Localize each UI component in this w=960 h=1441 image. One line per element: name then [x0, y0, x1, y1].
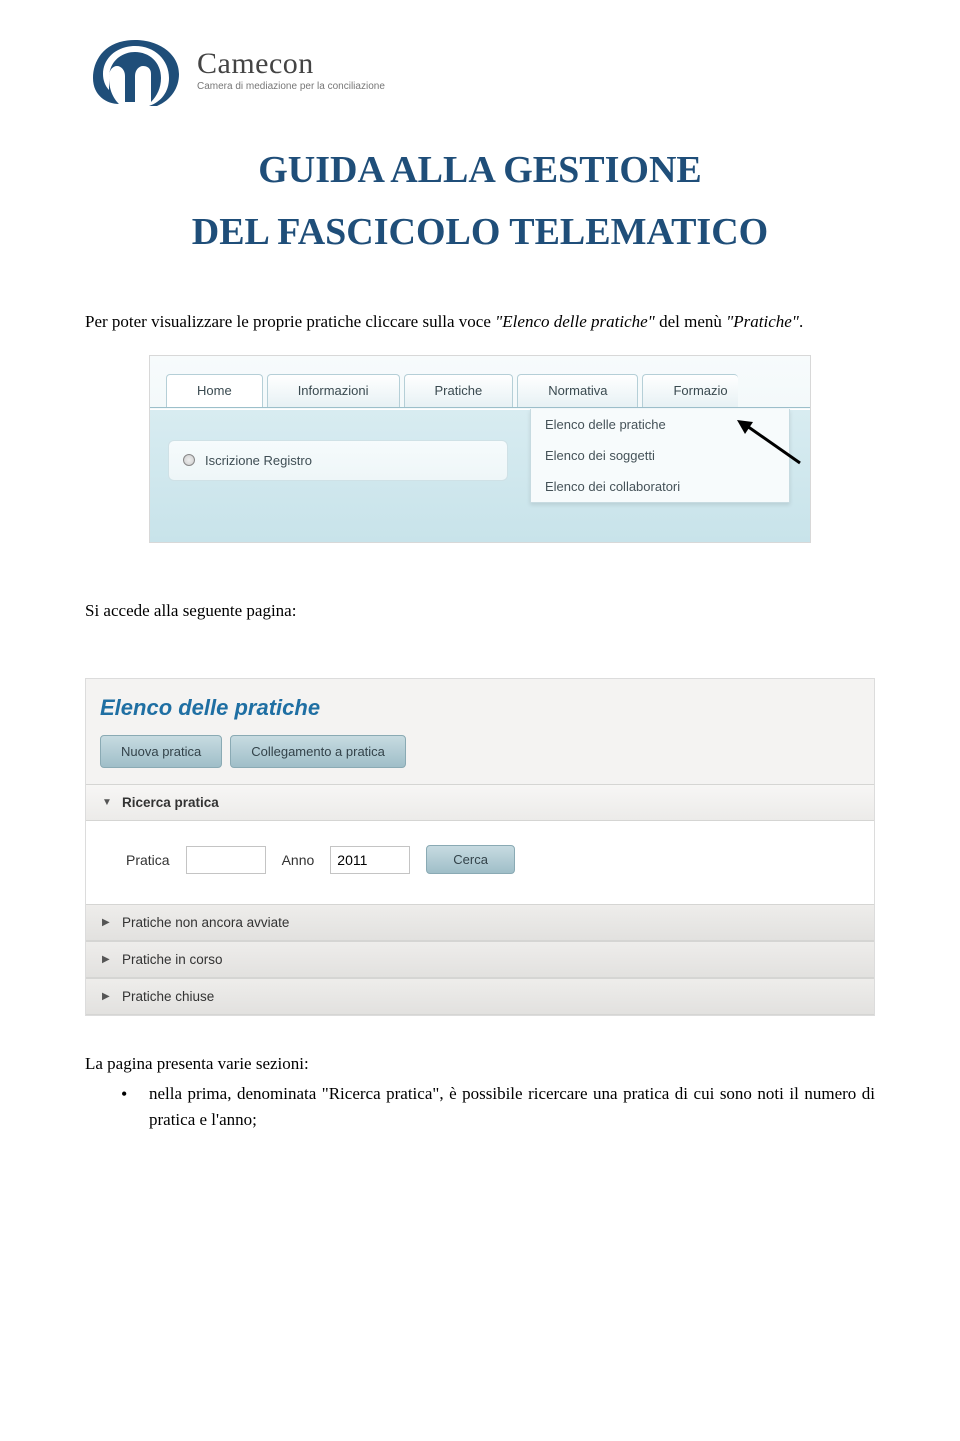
- label-pratica: Pratica: [126, 852, 170, 868]
- radio-icon: [183, 454, 195, 466]
- accordion-chiuse[interactable]: ▶ Pratiche chiuse: [86, 978, 874, 1015]
- input-pratica[interactable]: [186, 846, 266, 874]
- accordion-non-avviate[interactable]: ▶ Pratiche non ancora avviate: [86, 904, 874, 941]
- accordion-in-corso-label: Pratiche in corso: [122, 952, 223, 967]
- tab-normativa[interactable]: Normativa: [517, 374, 638, 407]
- list-item: nella prima, denominata "Ricerca pratica…: [149, 1081, 875, 1134]
- accordion-chiuse-label: Pratiche chiuse: [122, 989, 214, 1004]
- tab-informazioni[interactable]: Informazioni: [267, 374, 400, 407]
- label-anno: Anno: [282, 852, 315, 868]
- nuova-pratica-button[interactable]: Nuova pratica: [100, 735, 222, 768]
- screenshot-elenco-pratiche: Elenco delle pratiche Nuova pratica Coll…: [85, 678, 875, 1016]
- bullet-text-a: nella prima, denominata: [149, 1084, 322, 1103]
- chevron-right-icon: ▶: [102, 917, 112, 928]
- chevron-right-icon: ▶: [102, 954, 112, 965]
- intro-text-d: "Pratiche": [726, 312, 799, 331]
- intro-text-a: Per poter visualizzare le proprie pratic…: [85, 312, 495, 331]
- outro-list: nella prima, denominata "Ricerca pratica…: [85, 1081, 875, 1134]
- chevron-right-icon: ▶: [102, 991, 112, 1002]
- sidebar-iscrizione-registro[interactable]: Iscrizione Registro: [168, 440, 508, 481]
- ricerca-form: Pratica Anno Cerca: [86, 821, 874, 904]
- page-title-line1: GUIDA ALLA GESTIONE: [85, 148, 875, 192]
- chevron-down-icon: ▼: [102, 797, 112, 808]
- tab-home[interactable]: Home: [166, 374, 263, 407]
- mid-text: Si accede alla seguente pagina:: [85, 598, 875, 624]
- accordion-ricerca-label: Ricerca pratica: [122, 795, 219, 810]
- dropdown-item-elenco-collaboratori[interactable]: Elenco dei collaboratori: [531, 471, 789, 502]
- intro-text-e: .: [799, 312, 803, 331]
- outro-text: La pagina presenta varie sezioni:: [85, 1051, 875, 1077]
- nav-tabs: Home Informazioni Pratiche Normativa For…: [150, 374, 810, 408]
- bullet-text-b: "Ricerca pratica": [322, 1084, 440, 1103]
- tab-pratiche[interactable]: Pratiche: [404, 374, 514, 407]
- intro-paragraph: Per poter visualizzare le proprie pratic…: [85, 309, 875, 335]
- logo-tagline: Camera di mediazione per la conciliazion…: [197, 81, 385, 92]
- pratiche-dropdown: Elenco delle pratiche Elenco dei soggett…: [530, 409, 790, 503]
- sidebar-iscrizione-label: Iscrizione Registro: [205, 453, 312, 468]
- elenco-heading: Elenco delle pratiche: [86, 679, 874, 725]
- logo-mark-icon: [85, 30, 185, 108]
- logo-text: Camecon Camera di mediazione per la conc…: [197, 47, 385, 92]
- dropdown-item-elenco-pratiche[interactable]: Elenco delle pratiche: [531, 409, 789, 440]
- accordion-in-corso[interactable]: ▶ Pratiche in corso: [86, 941, 874, 978]
- dropdown-item-elenco-soggetti[interactable]: Elenco dei soggetti: [531, 440, 789, 471]
- accordion-ricerca-pratica[interactable]: ▼ Ricerca pratica: [86, 784, 874, 821]
- logo-brand: Camecon: [197, 47, 385, 81]
- intro-text-b: "Elenco delle pratiche": [495, 312, 655, 331]
- screenshot-nav-menu: Home Informazioni Pratiche Normativa For…: [149, 355, 811, 543]
- accordion-non-avviate-label: Pratiche non ancora avviate: [122, 915, 289, 930]
- cerca-button[interactable]: Cerca: [426, 845, 515, 874]
- tab-formazione[interactable]: Formazio: [642, 374, 737, 407]
- intro-text-c: del menù: [655, 312, 726, 331]
- collegamento-pratica-button[interactable]: Collegamento a pratica: [230, 735, 406, 768]
- logo-block: Camecon Camera di mediazione per la conc…: [85, 30, 875, 108]
- page-title-line2: DEL FASCICOLO TELEMATICO: [85, 210, 875, 254]
- input-anno[interactable]: [330, 846, 410, 874]
- button-row: Nuova pratica Collegamento a pratica: [86, 725, 874, 784]
